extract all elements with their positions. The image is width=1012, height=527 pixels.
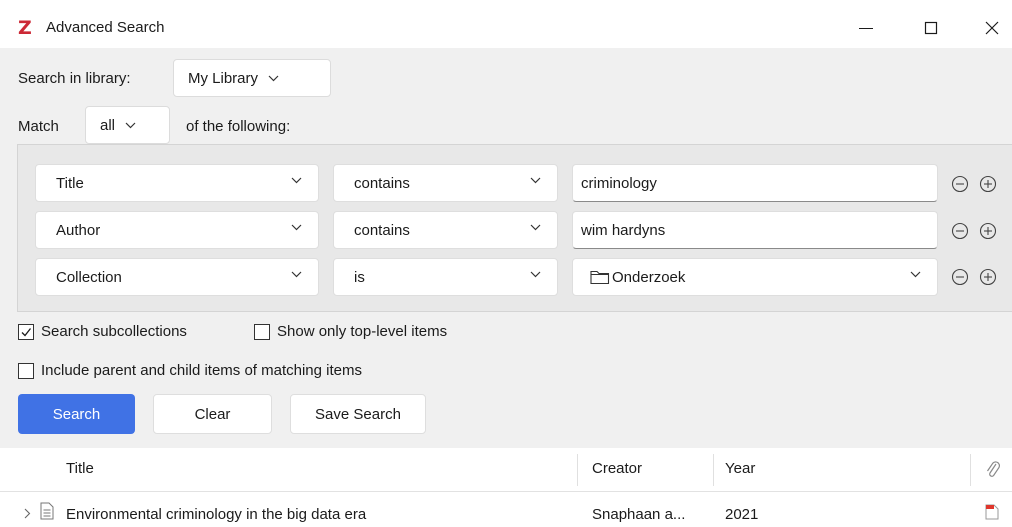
row-creator: Snaphaan a...	[592, 506, 686, 523]
remove-condition-icon[interactable]	[950, 267, 970, 287]
row-title: Environmental criminology in the big dat…	[66, 506, 367, 523]
maximize-button[interactable]	[908, 10, 954, 46]
condition-value-field[interactable]	[572, 211, 938, 249]
column-header-title[interactable]: Title	[66, 460, 94, 477]
chevron-right-icon[interactable]	[24, 508, 31, 519]
chevron-down-icon	[291, 224, 302, 231]
condition-field-value: Author	[56, 221, 101, 239]
condition-field-select[interactable]: Title	[35, 164, 319, 202]
match-suffix-label: of the following:	[186, 118, 291, 135]
condition-operator-value: contains	[354, 221, 410, 239]
collection-value: Onderzoek	[612, 268, 686, 286]
table-row[interactable]: Environmental criminology in the big dat…	[0, 492, 1012, 527]
chevron-down-icon	[530, 271, 541, 278]
library-dropdown[interactable]: My Library	[173, 59, 331, 97]
minimize-button[interactable]	[843, 10, 889, 46]
chevron-down-icon	[268, 75, 279, 81]
add-condition-icon[interactable]	[978, 267, 998, 287]
condition-operator-value: contains	[354, 174, 410, 192]
chevron-down-icon	[910, 271, 921, 278]
chevron-down-icon	[125, 122, 136, 128]
close-button[interactable]	[969, 10, 1012, 46]
zotero-logo: Z	[18, 17, 32, 39]
chevron-down-icon	[291, 271, 302, 278]
condition-value-input[interactable]	[581, 221, 921, 239]
condition-field-value: Collection	[56, 268, 122, 286]
library-label: Search in library:	[18, 70, 131, 87]
library-value: My Library	[188, 69, 259, 87]
top-level-only-label: Show only top-level items	[277, 323, 448, 340]
row-year: 2021	[725, 506, 759, 523]
save-search-button[interactable]: Save Search	[290, 394, 426, 434]
condition-field-select[interactable]: Collection	[35, 258, 319, 296]
condition-operator-value: is	[354, 268, 365, 286]
column-separator[interactable]	[713, 454, 714, 486]
minimize-icon	[859, 28, 873, 29]
column-separator[interactable]	[970, 454, 971, 486]
maximize-icon	[924, 21, 938, 35]
remove-condition-icon[interactable]	[950, 221, 970, 241]
results-header: Title Creator Year	[0, 448, 1012, 492]
condition-operator-select[interactable]: is	[333, 258, 558, 296]
chevron-down-icon	[291, 177, 302, 184]
condition-field-value: Title	[56, 174, 84, 192]
include-parent-child-label: Include parent and child items of matchi…	[41, 362, 362, 379]
chevron-down-icon	[530, 177, 541, 184]
search-subcollections-label: Search subcollections	[41, 323, 187, 340]
match-label: Match	[18, 118, 59, 135]
search-subcollections-option[interactable]: Search subcollections	[18, 323, 187, 340]
column-header-creator[interactable]: Creator	[592, 460, 642, 477]
close-icon	[985, 21, 999, 35]
condition-operator-select[interactable]: contains	[333, 164, 558, 202]
document-icon	[40, 502, 54, 520]
top-level-only-option[interactable]: Show only top-level items	[254, 323, 447, 340]
search-button[interactable]: Search	[18, 394, 135, 434]
checkmark-icon	[21, 327, 32, 336]
remove-condition-icon[interactable]	[950, 174, 970, 194]
add-condition-icon[interactable]	[978, 174, 998, 194]
condition-value-input[interactable]	[581, 174, 921, 192]
top-level-only-checkbox[interactable]	[254, 323, 270, 340]
match-value: all	[100, 116, 116, 134]
add-condition-icon[interactable]	[978, 221, 998, 241]
pdf-icon[interactable]	[985, 504, 999, 520]
search-subcollections-checkbox[interactable]	[18, 323, 34, 340]
column-header-year[interactable]: Year	[725, 460, 755, 477]
clear-button[interactable]: Clear	[153, 394, 272, 434]
match-dropdown[interactable]: all	[85, 106, 170, 144]
condition-operator-select[interactable]: contains	[333, 211, 558, 249]
paperclip-icon[interactable]	[985, 460, 1001, 480]
include-parent-child-checkbox[interactable]	[18, 362, 34, 379]
folder-icon	[590, 270, 610, 285]
include-parent-child-option[interactable]: Include parent and child items of matchi…	[18, 362, 362, 379]
chevron-down-icon	[530, 224, 541, 231]
column-separator[interactable]	[577, 454, 578, 486]
condition-field-select[interactable]: Author	[35, 211, 319, 249]
condition-value-field[interactable]	[572, 164, 938, 202]
results-table: Title Creator Year Environmental crimino…	[0, 448, 1012, 527]
window-title: Advanced Search	[46, 19, 165, 36]
collection-select[interactable]: Onderzoek	[572, 258, 938, 296]
